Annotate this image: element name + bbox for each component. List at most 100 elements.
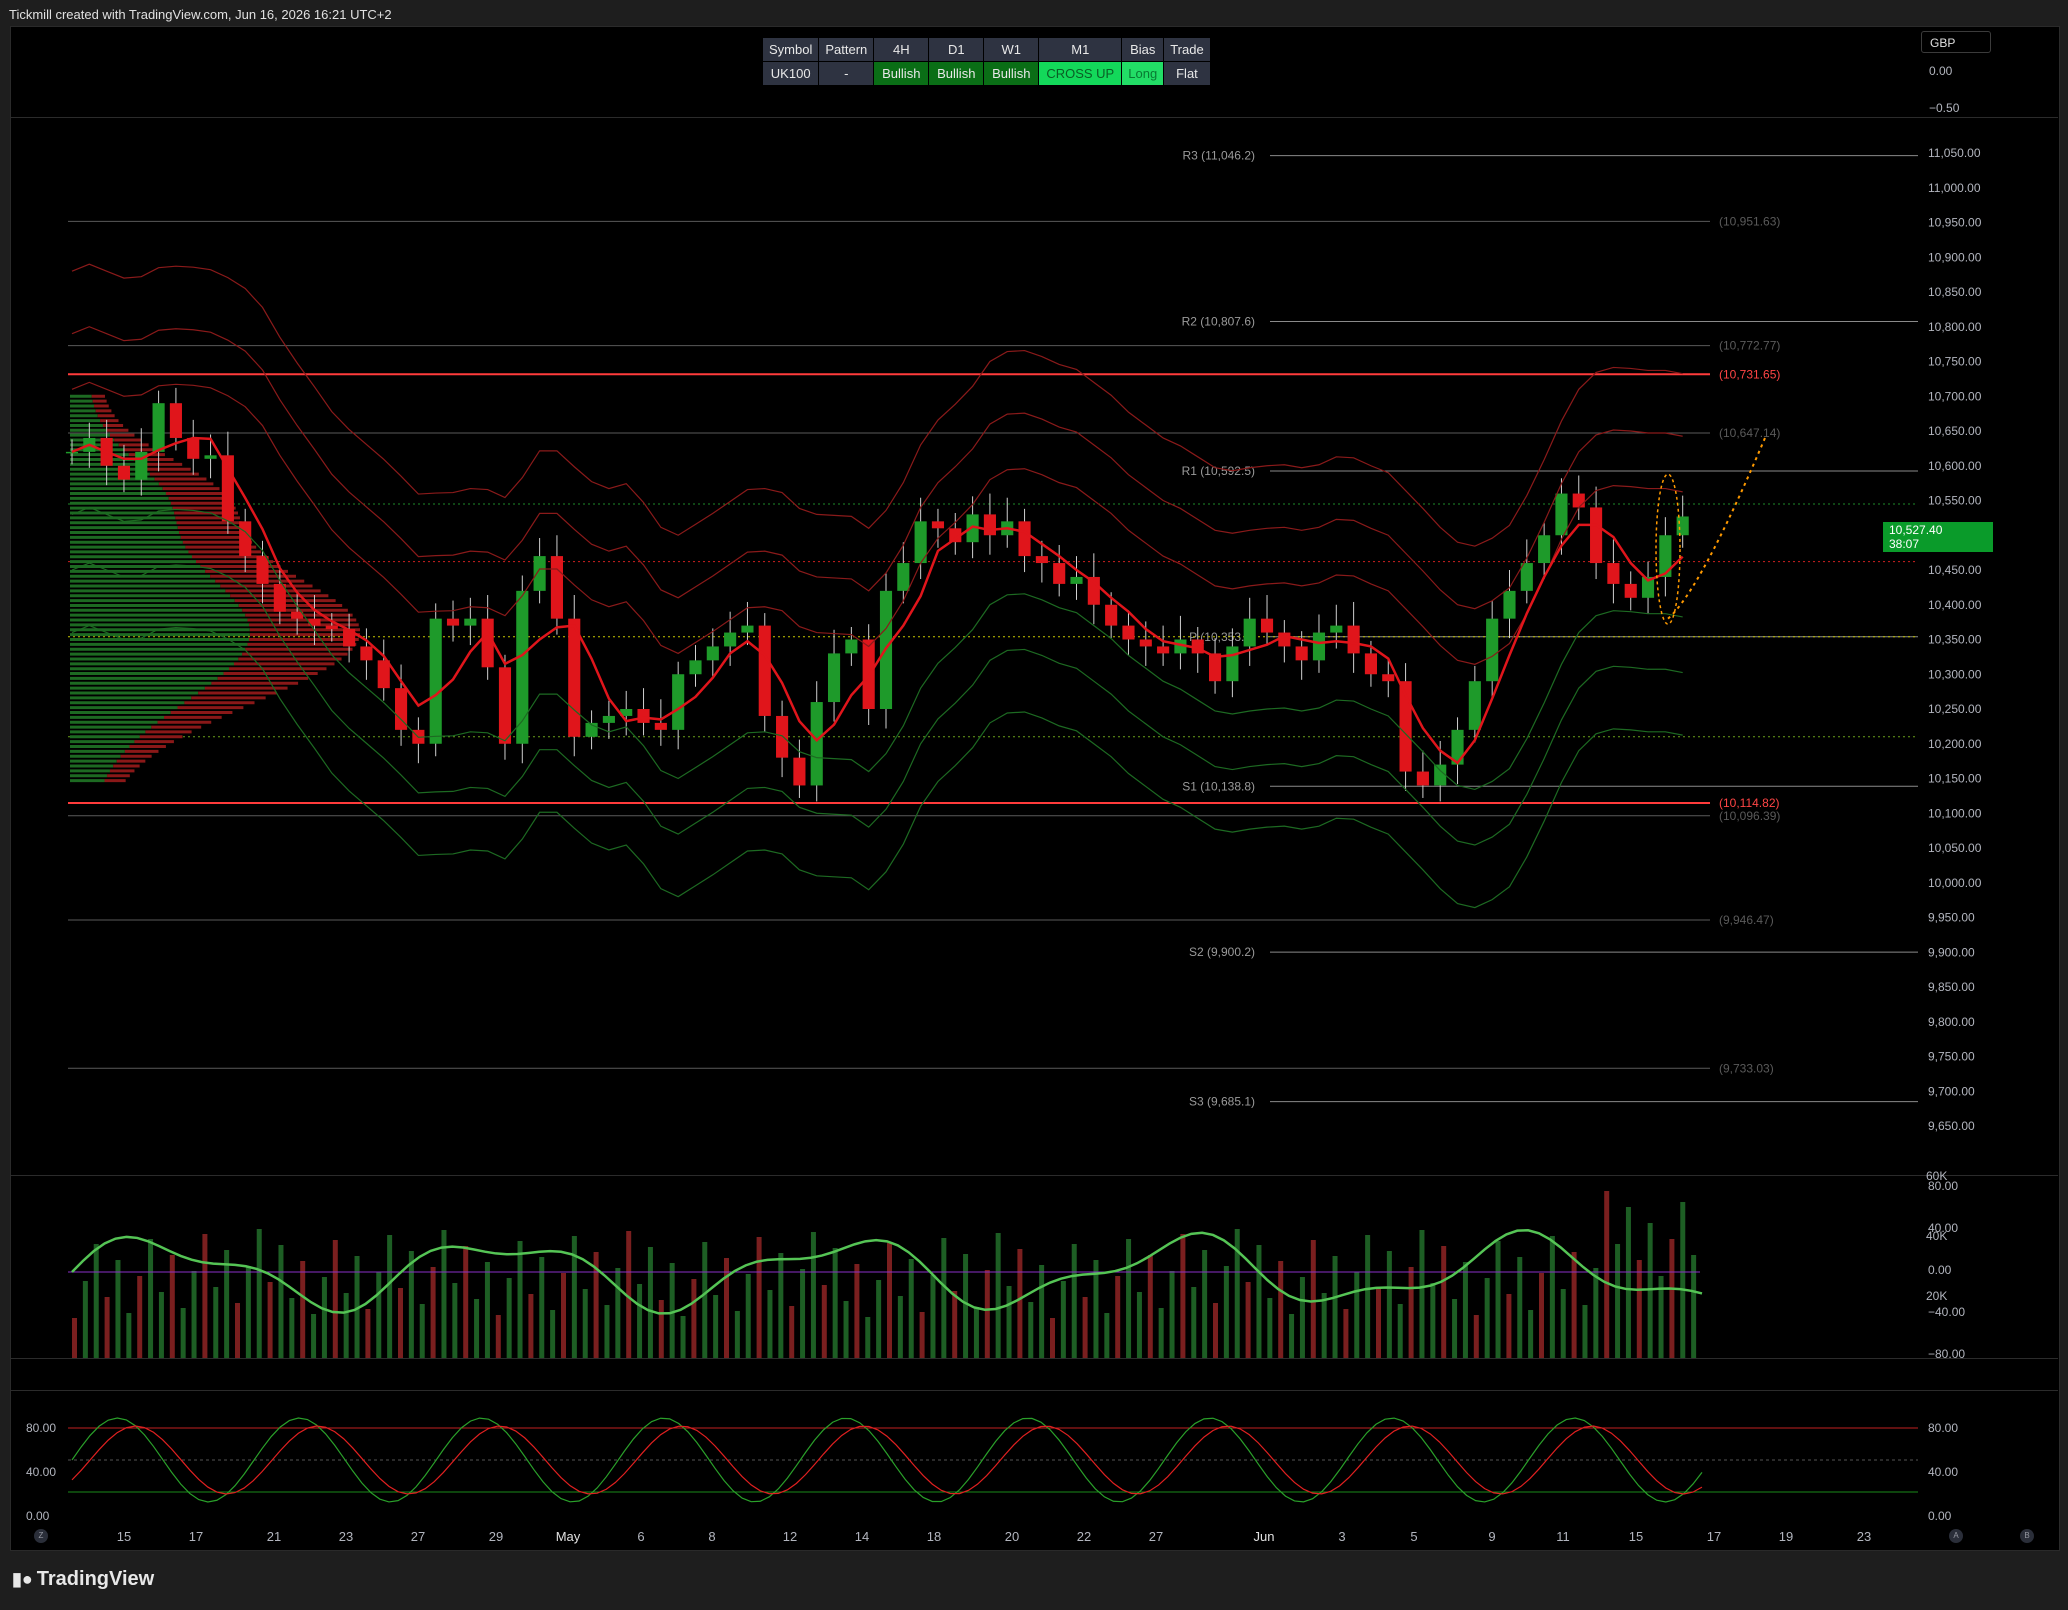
- volume-bar: [506, 1278, 512, 1358]
- y-tick-label: 10,800.00: [1928, 320, 1982, 334]
- volume-bar: [474, 1299, 480, 1358]
- scroll-button-b[interactable]: B: [2020, 1529, 2034, 1543]
- volume-right-tick: −40.00: [1928, 1305, 1965, 1319]
- volume-bar: [1278, 1261, 1284, 1358]
- y-tick-label: 10,450.00: [1928, 563, 1982, 577]
- volume-bar: [1180, 1234, 1186, 1358]
- bar-countdown: 38:07: [1889, 537, 1920, 551]
- volume-bar: [1669, 1239, 1675, 1358]
- y-tick-label: 11,000.00: [1928, 181, 1981, 195]
- volume-bar: [1299, 1277, 1305, 1358]
- stoch-right-tick: 40.00: [1928, 1465, 1958, 1479]
- volume-bar: [1245, 1282, 1251, 1358]
- band-line: [71, 326, 1683, 610]
- candle-body: [464, 618, 477, 626]
- volume-bar: [1528, 1310, 1534, 1358]
- candle-body: [1503, 590, 1516, 619]
- volume-bar: [1060, 1281, 1066, 1358]
- volume-bar: [756, 1237, 762, 1358]
- x-tick-label: 14: [855, 1529, 869, 1544]
- scroll-button-a[interactable]: A: [1949, 1529, 1963, 1543]
- volume-bar: [1408, 1267, 1414, 1358]
- candle-body: [325, 625, 338, 630]
- chart-canvas[interactable]: 11,050.00 11,000.00 10,950.00 10,900.00 10,8…: [0, 0, 2068, 1610]
- last-price-tag: 10,527.40 38:07: [1883, 522, 1993, 552]
- logo-text: TradingView: [36, 1568, 155, 1590]
- volume-bar: [1397, 1304, 1403, 1358]
- volume-bar: [387, 1235, 393, 1358]
- candle-body: [983, 514, 996, 536]
- volume-bar: [1115, 1276, 1121, 1358]
- volume-bar: [256, 1229, 262, 1358]
- last-price: 10,527.40: [1889, 523, 1943, 537]
- candle-body: [498, 667, 512, 744]
- volume-bar: [332, 1240, 338, 1358]
- volume-bar: [1202, 1250, 1208, 1358]
- volume-bar: [1126, 1239, 1132, 1358]
- volume-bar: [854, 1264, 860, 1358]
- candle-body: [1555, 493, 1568, 536]
- volume-bar: [1365, 1235, 1371, 1358]
- y-tick-label: 10,850.00: [1928, 285, 1982, 299]
- candle-body: [1590, 507, 1603, 564]
- volume-bar: [800, 1269, 806, 1358]
- x-tick-label: 27: [1149, 1529, 1163, 1544]
- volume-bar: [995, 1233, 1001, 1358]
- volume-bar: [104, 1297, 110, 1358]
- y-tick-label: 10,550.00: [1928, 494, 1982, 508]
- volume-bar: [1147, 1255, 1153, 1358]
- candle-body: [1347, 625, 1360, 654]
- candle-body: [1676, 516, 1689, 536]
- volume-bar: [137, 1276, 143, 1358]
- volume-bar: [1136, 1292, 1142, 1358]
- volume-bar: [365, 1309, 371, 1358]
- volume-bar: [169, 1255, 175, 1358]
- x-tick-label: 19: [1779, 1529, 1793, 1544]
- y-tick-label: 10,100.00: [1928, 806, 1982, 820]
- candle-body: [845, 639, 858, 654]
- x-tick-label: 5: [1410, 1529, 1417, 1544]
- y-tick-label: 9,700.00: [1928, 1084, 1975, 1098]
- volume-bar: [419, 1304, 425, 1358]
- volume-bar: [235, 1303, 240, 1358]
- candle-body: [65, 451, 79, 454]
- stoch-left-tick: 0.00: [26, 1509, 50, 1523]
- pivot-label: S1 (10,138.8): [1182, 779, 1255, 793]
- y-tick-label: 10,600.00: [1928, 459, 1982, 473]
- volume-bar: [1354, 1272, 1360, 1358]
- y-tick-label: 10,150.00: [1928, 772, 1982, 786]
- x-tick-label: 15: [1629, 1529, 1643, 1544]
- scroll-button-z[interactable]: Z: [34, 1529, 48, 1543]
- volume-bar: [669, 1263, 675, 1358]
- volume-bar: [1071, 1244, 1077, 1358]
- x-tick-label: 27: [411, 1529, 425, 1544]
- x-tick-label: 6: [637, 1529, 644, 1544]
- candle-body: [776, 715, 789, 758]
- volume-bar: [1082, 1297, 1088, 1358]
- x-tick-label: 18: [927, 1529, 941, 1544]
- volume-bar: [832, 1248, 838, 1358]
- volume-bar: [1386, 1251, 1392, 1358]
- volume-bar: [973, 1307, 979, 1358]
- volume-bar: [1050, 1318, 1055, 1358]
- volume-bar: [1017, 1249, 1023, 1358]
- x-tick-label: 3: [1338, 1529, 1345, 1544]
- volume-bar: [865, 1317, 871, 1358]
- volume-bar: [1571, 1252, 1577, 1358]
- volume-bar: [528, 1294, 534, 1358]
- volume-bar: [1419, 1230, 1425, 1358]
- candle-body: [897, 563, 910, 591]
- candle-body: [1572, 493, 1585, 508]
- volume-bar: [311, 1314, 317, 1358]
- volume-bar: [72, 1318, 77, 1358]
- volume-left-tick: 40K: [1926, 1229, 1947, 1243]
- candle-body: [1468, 681, 1481, 730]
- volume-bar: [1332, 1256, 1338, 1358]
- volume-bar: [191, 1271, 197, 1358]
- tradingview-logo: ▮● TradingView: [12, 1568, 154, 1591]
- volume-bar: [115, 1260, 121, 1358]
- y-tick-label: 10,400.00: [1928, 598, 1982, 612]
- y-tick-label: 10,000.00: [1928, 876, 1982, 890]
- volume-bar: [408, 1251, 414, 1358]
- volume-bar: [1615, 1244, 1621, 1358]
